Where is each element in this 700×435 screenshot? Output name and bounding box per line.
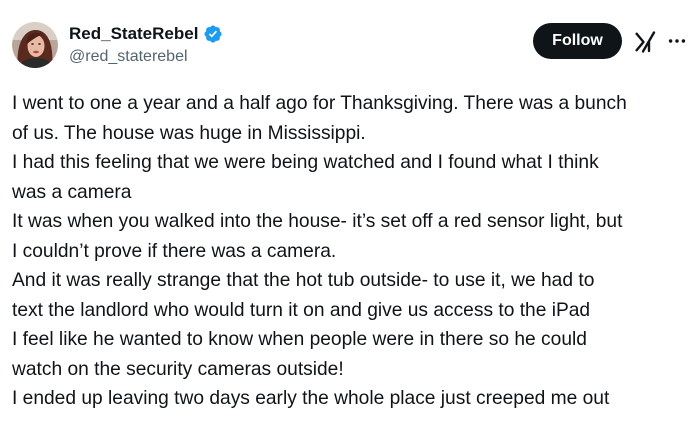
display-name[interactable]: Red_StateRebel: [69, 24, 198, 44]
more-options-icon[interactable]: [666, 30, 688, 52]
avatar[interactable]: [12, 22, 58, 68]
post-card: Red_StateRebel @red_staterebel Follow I …: [0, 0, 700, 435]
post-text-line: And it was really strange that the hot t…: [12, 270, 595, 291]
post-text-line: It was when you walked into the house- i…: [12, 211, 623, 232]
avatar-image: [12, 22, 58, 68]
post-text-line: I ended up leaving two days early the wh…: [12, 388, 610, 409]
post-text-line: I feel like he wanted to know when peopl…: [12, 329, 587, 350]
verified-badge-icon: [204, 25, 222, 43]
post-text-line: was a camera: [12, 181, 132, 203]
post-text-line: I had this feeling that we were being wa…: [12, 152, 599, 173]
author-name-row: Red_StateRebel: [69, 24, 223, 44]
follow-button[interactable]: Follow: [533, 23, 622, 59]
post-text-line: text the landlord who would turn it on a…: [12, 299, 591, 321]
post-text-line: watch on the security cameras outside!: [12, 358, 344, 380]
post-text-line: I couldn’t prove if there was a camera.: [12, 240, 337, 262]
grok-icon[interactable]: [633, 30, 657, 54]
author-handle[interactable]: @red_staterebel: [69, 48, 188, 66]
post-text-line: of us. The house was huge in Mississippi…: [12, 122, 366, 144]
post-text-line: I went to one a year and a half ago for …: [12, 93, 627, 114]
post-text: I went to one a year and a half ago for …: [12, 89, 692, 414]
